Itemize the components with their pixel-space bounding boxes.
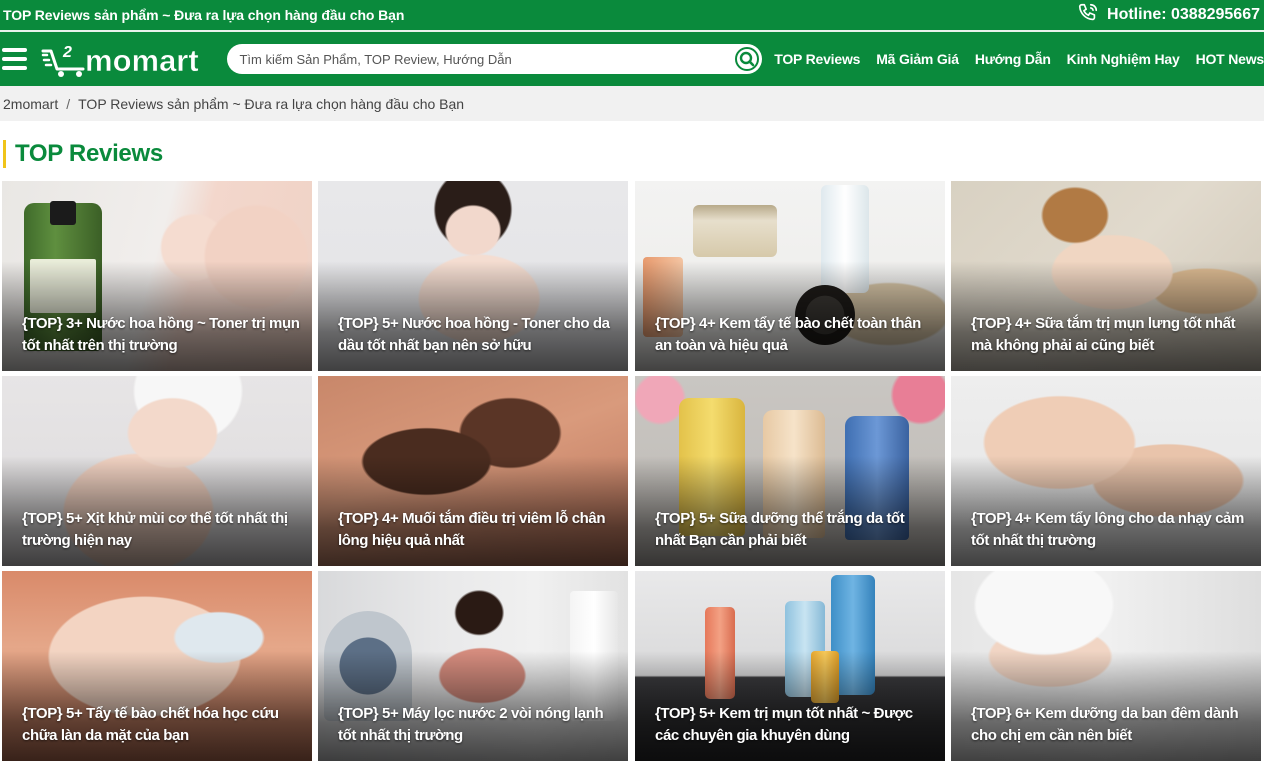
breadcrumb-separator: /: [66, 95, 71, 112]
section-header: TOP Reviews: [3, 140, 163, 168]
article-card[interactable]: {TOP} 5+ Tẩy tế bào chết hóa học cứu chữ…: [2, 571, 312, 761]
article-title: {TOP} 5+ Xịt khử mùi cơ thể tốt nhất thị…: [22, 510, 288, 549]
article-title: {TOP} 5+ Kem trị mụn tốt nhất ~ Được các…: [655, 705, 913, 744]
nav-kinh-nghiem-hay[interactable]: Kinh Nghiệm Hay: [1067, 51, 1180, 67]
logo-text: momart: [85, 43, 199, 78]
article-title: {TOP} 5+ Máy lọc nước 2 vòi nóng lạnh tố…: [338, 705, 604, 744]
article-card[interactable]: {TOP} 4+ Kem tẩy tế bào chết toàn thân a…: [635, 181, 945, 371]
article-title: {TOP} 3+ Nước hoa hồng ~ Toner trị mụn t…: [22, 315, 300, 354]
nav-ma-giam-gia[interactable]: Mã Giảm Giá: [876, 51, 959, 67]
article-card[interactable]: {TOP} 5+ Sữa dưỡng thể trắng da tốt nhất…: [635, 376, 945, 566]
nav-huong-dan[interactable]: Hướng Dẫn: [975, 51, 1051, 67]
site-slogan: TOP Reviews sản phẩm ~ Đưa ra lựa chọn h…: [3, 7, 405, 23]
article-card[interactable]: {TOP} 5+ Xịt khử mùi cơ thể tốt nhất thị…: [2, 376, 312, 566]
article-title: {TOP} 4+ Sữa tắm trị mụn lưng tốt nhất m…: [971, 315, 1236, 354]
article-card[interactable]: {TOP} 5+ Kem trị mụn tốt nhất ~ Được các…: [635, 571, 945, 761]
nav-hot-news[interactable]: HOT News: [1196, 51, 1264, 67]
section-title: TOP Reviews: [15, 140, 163, 167]
breadcrumb-current: TOP Reviews sản phẩm ~ Đưa ra lựa chọn h…: [78, 95, 465, 112]
article-card[interactable]: {TOP} 5+ Máy lọc nước 2 vòi nóng lạnh tố…: [318, 571, 628, 761]
article-title: {TOP} 5+ Tẩy tế bào chết hóa học cứu chữ…: [22, 705, 279, 744]
article-card[interactable]: {TOP} 4+ Kem tẩy lông cho da nhạy cảm tố…: [951, 376, 1261, 566]
article-title: {TOP} 4+ Kem tẩy lông cho da nhạy cảm tố…: [971, 510, 1244, 549]
menu-icon[interactable]: [2, 48, 28, 70]
site-logo[interactable]: 2 momart: [41, 39, 213, 79]
article-card[interactable]: {TOP} 5+ Nước hoa hồng - Toner cho da dầ…: [318, 181, 628, 371]
main-header: 2 momart TOP Reviews Mã Giảm Giá Hướng D…: [0, 32, 1264, 86]
breadcrumb-home[interactable]: 2momart: [3, 96, 58, 112]
article-title: {TOP} 6+ Kem dưỡng da ban đêm dành cho c…: [971, 705, 1239, 744]
breadcrumb: 2momart / TOP Reviews sản phẩm ~ Đưa ra …: [0, 86, 1264, 121]
nav-top-reviews[interactable]: TOP Reviews: [774, 51, 860, 67]
hotline[interactable]: Hotline: 0388295667: [1077, 2, 1260, 29]
search-icon[interactable]: [734, 46, 760, 72]
search-input[interactable]: [239, 51, 740, 67]
article-card[interactable]: {TOP} 6+ Kem dưỡng da ban đêm dành cho c…: [951, 571, 1261, 761]
hotline-text: Hotline: 0388295667: [1107, 6, 1260, 23]
article-card[interactable]: {TOP} 3+ Nước hoa hồng ~ Toner trị mụn t…: [2, 181, 312, 371]
article-card[interactable]: {TOP} 4+ Sữa tắm trị mụn lưng tốt nhất m…: [951, 181, 1261, 371]
article-title: {TOP} 5+ Sữa dưỡng thể trắng da tốt nhất…: [655, 510, 905, 549]
top-bar: TOP Reviews sản phẩm ~ Đưa ra lựa chọn h…: [0, 0, 1264, 30]
search-box: [227, 44, 763, 74]
phone-icon: [1077, 2, 1099, 29]
main-nav: TOP Reviews Mã Giảm Giá Hướng Dẫn Kinh N…: [774, 51, 1264, 67]
logo-superscript: 2: [62, 44, 72, 61]
article-title: {TOP} 5+ Nước hoa hồng - Toner cho da dầ…: [338, 315, 610, 354]
article-title: {TOP} 4+ Kem tẩy tế bào chết toàn thân a…: [655, 315, 921, 354]
article-card[interactable]: {TOP} 4+ Muối tắm điều trị viêm lỗ chân …: [318, 376, 628, 566]
article-title: {TOP} 4+ Muối tắm điều trị viêm lỗ chân …: [338, 510, 606, 549]
